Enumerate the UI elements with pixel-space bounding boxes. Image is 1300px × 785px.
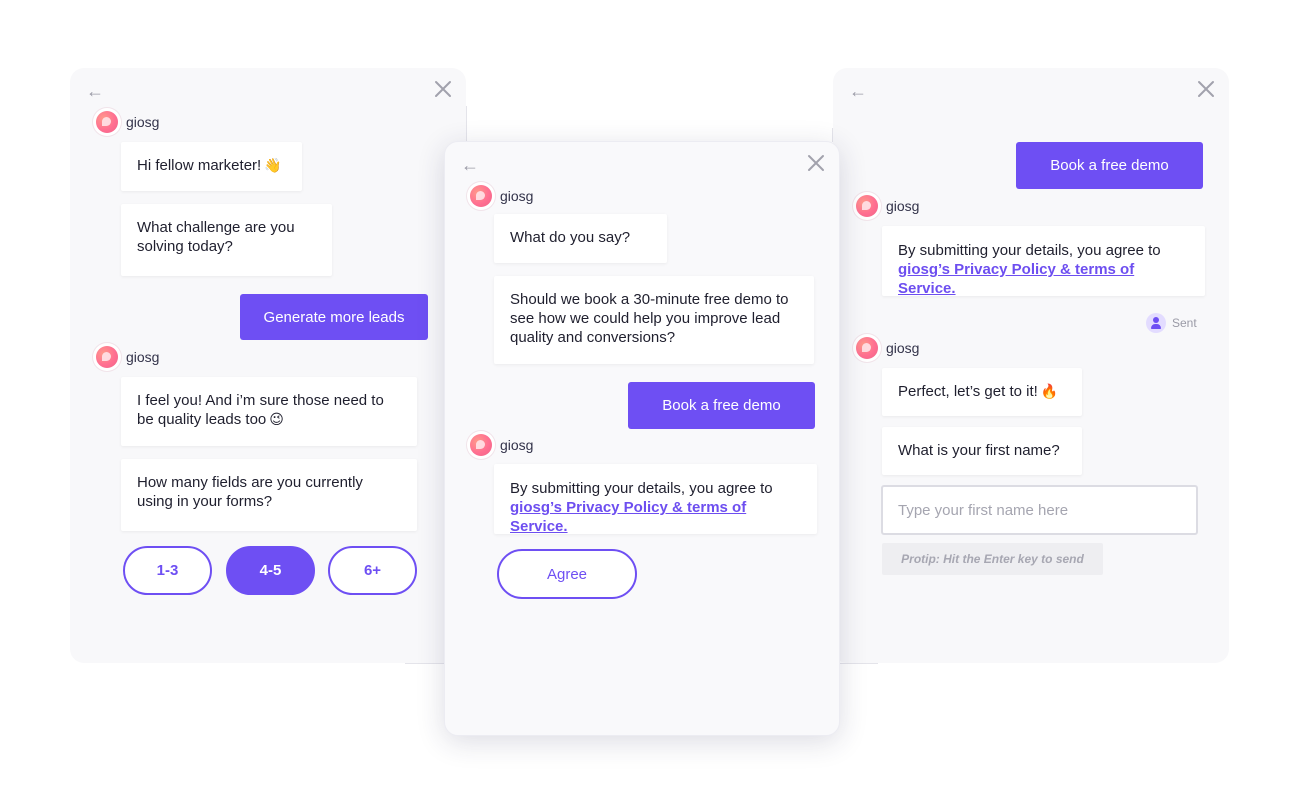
sender-row: giosg bbox=[470, 434, 533, 456]
consent-message: By submitting your details, you agree to… bbox=[882, 226, 1205, 297]
chat-panel-left: ← giosg Hi fellow marketer! 👋 What challe… bbox=[70, 68, 466, 663]
sender-name: giosg bbox=[500, 188, 534, 204]
close-icon[interactable] bbox=[1195, 78, 1217, 100]
arrow-left-icon[interactable]: ← bbox=[86, 81, 108, 101]
bot-message: Should we book a 30-minute free demo to … bbox=[494, 276, 814, 364]
bot-message: What do you say? bbox=[494, 214, 667, 263]
message-text: What is your first name? bbox=[898, 442, 1060, 459]
sender-name: giosg bbox=[500, 437, 534, 453]
message-text: I feel you! And i’m sure those need to b… bbox=[137, 392, 384, 428]
chat-panel-right: ← Book a free demo giosg By submitting y… bbox=[833, 68, 1229, 663]
agree-button[interactable]: Agree bbox=[497, 549, 637, 599]
wave-emoji-icon: 👋 bbox=[264, 157, 282, 173]
message-text: By submitting your details, you agree to bbox=[898, 242, 1161, 259]
giosg-logo-icon bbox=[96, 346, 118, 368]
user-icon bbox=[1146, 313, 1166, 333]
generate-more-leads-button[interactable]: Generate more leads bbox=[240, 294, 428, 340]
sender-name: giosg bbox=[886, 340, 920, 356]
consent-message: By submitting your details, you agree to… bbox=[494, 464, 817, 535]
message-text: How many fields are you currently using … bbox=[137, 474, 363, 510]
message-text: What challenge are you solving today? bbox=[137, 219, 295, 255]
message-text: Perfect, let’s get to it! bbox=[898, 383, 1038, 400]
first-name-input[interactable] bbox=[881, 485, 1198, 535]
giosg-logo-icon bbox=[856, 337, 878, 359]
wink-emoji-icon: 😉 bbox=[269, 411, 284, 427]
sender-row: giosg bbox=[470, 185, 533, 207]
giosg-logo-icon bbox=[470, 434, 492, 456]
bot-message: Hi fellow marketer! 👋 bbox=[121, 142, 302, 191]
arrow-left-icon[interactable]: ← bbox=[849, 81, 871, 101]
sender-row: giosg bbox=[96, 111, 159, 133]
sender-name: giosg bbox=[126, 349, 160, 365]
close-icon[interactable] bbox=[432, 78, 454, 100]
book-free-demo-button[interactable]: Book a free demo bbox=[628, 382, 815, 429]
option-button-4-5[interactable]: 4-5 bbox=[226, 546, 315, 595]
bot-message: What is your first name? bbox=[882, 427, 1082, 475]
sender-row: giosg bbox=[856, 195, 919, 217]
sender-name: giosg bbox=[886, 198, 920, 214]
message-text: Hi fellow marketer! bbox=[137, 157, 262, 174]
option-button-1-3[interactable]: 1-3 bbox=[123, 546, 212, 595]
protip-hint: Protip: Hit the Enter key to send bbox=[882, 543, 1103, 575]
giosg-logo-icon bbox=[96, 111, 118, 133]
giosg-logo-icon bbox=[856, 195, 878, 217]
privacy-policy-link[interactable]: giosg’s Privacy Policy & terms of Servic… bbox=[898, 261, 1134, 297]
connector-line-bottom-right bbox=[840, 663, 878, 664]
chat-panel-center: ← giosg What do you say? Should we book … bbox=[444, 141, 840, 736]
sender-name: giosg bbox=[126, 114, 160, 130]
fire-emoji-icon: 🔥 bbox=[1040, 383, 1059, 399]
sent-label: Sent bbox=[1172, 316, 1197, 330]
giosg-logo-icon bbox=[470, 185, 492, 207]
privacy-policy-link[interactable]: giosg’s Privacy Policy & terms of Servic… bbox=[510, 499, 746, 535]
bot-message: I feel you! And i’m sure those need to b… bbox=[121, 377, 417, 446]
message-text: Should we book a 30-minute free demo to … bbox=[510, 291, 789, 346]
bot-message: What challenge are you solving today? bbox=[121, 204, 332, 276]
bot-message: Perfect, let’s get to it! 🔥 bbox=[882, 368, 1082, 416]
connector-line-bottom-left bbox=[405, 663, 445, 664]
option-button-6-plus[interactable]: 6+ bbox=[328, 546, 417, 595]
sender-row: giosg bbox=[856, 337, 919, 359]
bot-message: How many fields are you currently using … bbox=[121, 459, 417, 531]
message-text: By submitting your details, you agree to bbox=[510, 480, 773, 497]
book-free-demo-button[interactable]: Book a free demo bbox=[1016, 142, 1203, 189]
arrow-left-icon[interactable]: ← bbox=[461, 155, 483, 175]
connector-line-left bbox=[466, 106, 467, 142]
sender-row: giosg bbox=[96, 346, 159, 368]
message-text: What do you say? bbox=[510, 229, 631, 246]
close-icon[interactable] bbox=[805, 152, 827, 174]
sent-status: Sent bbox=[1146, 313, 1197, 333]
